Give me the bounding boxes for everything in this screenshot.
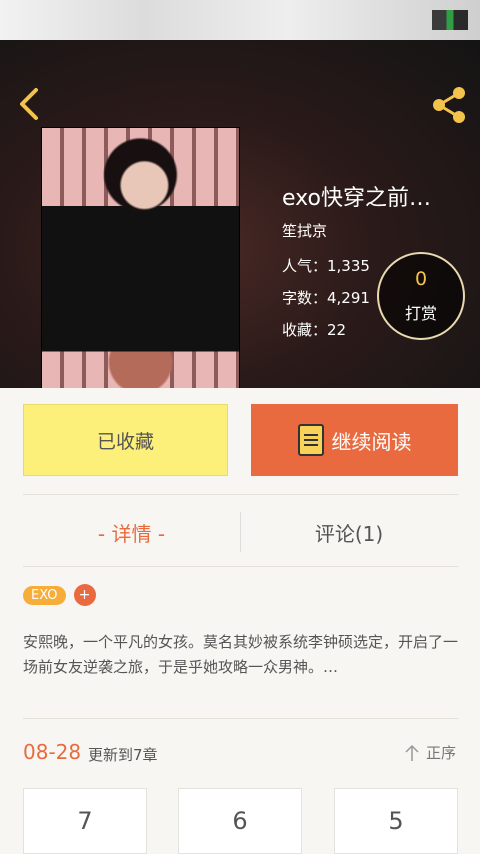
- chapter-item[interactable]: 6: [178, 788, 302, 854]
- update-text: 更新到7章: [88, 746, 158, 764]
- divider: [23, 566, 458, 567]
- chevron-left-icon: [20, 88, 38, 120]
- chapter-item[interactable]: 5: [334, 788, 458, 854]
- book-cover-image: [42, 128, 239, 388]
- tag-exo[interactable]: EXO: [23, 585, 66, 605]
- word-count-stat: 字数：4,291: [282, 289, 370, 307]
- arrow-up-icon: [405, 744, 419, 761]
- chapter-item[interactable]: 7: [23, 788, 147, 854]
- sort-order-button[interactable]: 正序: [404, 742, 456, 763]
- favorited-button[interactable]: 已收藏: [23, 404, 228, 476]
- tag-list: EXO +: [23, 584, 96, 606]
- tip-label: 打赏: [404, 304, 437, 323]
- update-date: 08-28: [23, 740, 82, 764]
- share-button[interactable]: [428, 84, 470, 126]
- tab-details[interactable]: - 详情 -: [23, 500, 240, 564]
- add-tag-button[interactable]: +: [73, 584, 96, 606]
- favorited-label: 已收藏: [96, 430, 154, 453]
- status-bar: [0, 0, 480, 40]
- synopsis-text: 安熙晚，一个平凡的女孩。莫名其妙被系统李钟硕选定，开启了一场前女友逆袭之旅，于是…: [23, 633, 459, 676]
- tip-button[interactable]: 0 打赏: [377, 252, 465, 340]
- book-title: exo快穿之前…: [282, 186, 431, 211]
- book-author: 笙拭京: [282, 222, 328, 240]
- signal-icon: [432, 10, 468, 30]
- back-button[interactable]: [14, 84, 48, 124]
- popularity-stat: 人气：1,335: [282, 257, 370, 275]
- favorites-stat: 收藏：22: [282, 321, 347, 339]
- tab-comments[interactable]: 评论(1): [240, 500, 458, 564]
- book-header: exo快穿之前… 笙拭京 人气：1,335 字数：4,291 收藏：22 0 打…: [0, 40, 480, 388]
- tip-count: 0: [414, 268, 428, 290]
- sort-order-label: 正序: [425, 744, 456, 762]
- divider: [23, 494, 458, 495]
- continue-reading-label: 继续阅读: [331, 429, 412, 454]
- book-icon: [297, 424, 324, 456]
- continue-reading-button[interactable]: 继续阅读: [251, 404, 458, 476]
- divider: [23, 718, 458, 719]
- share-icon: [433, 87, 465, 123]
